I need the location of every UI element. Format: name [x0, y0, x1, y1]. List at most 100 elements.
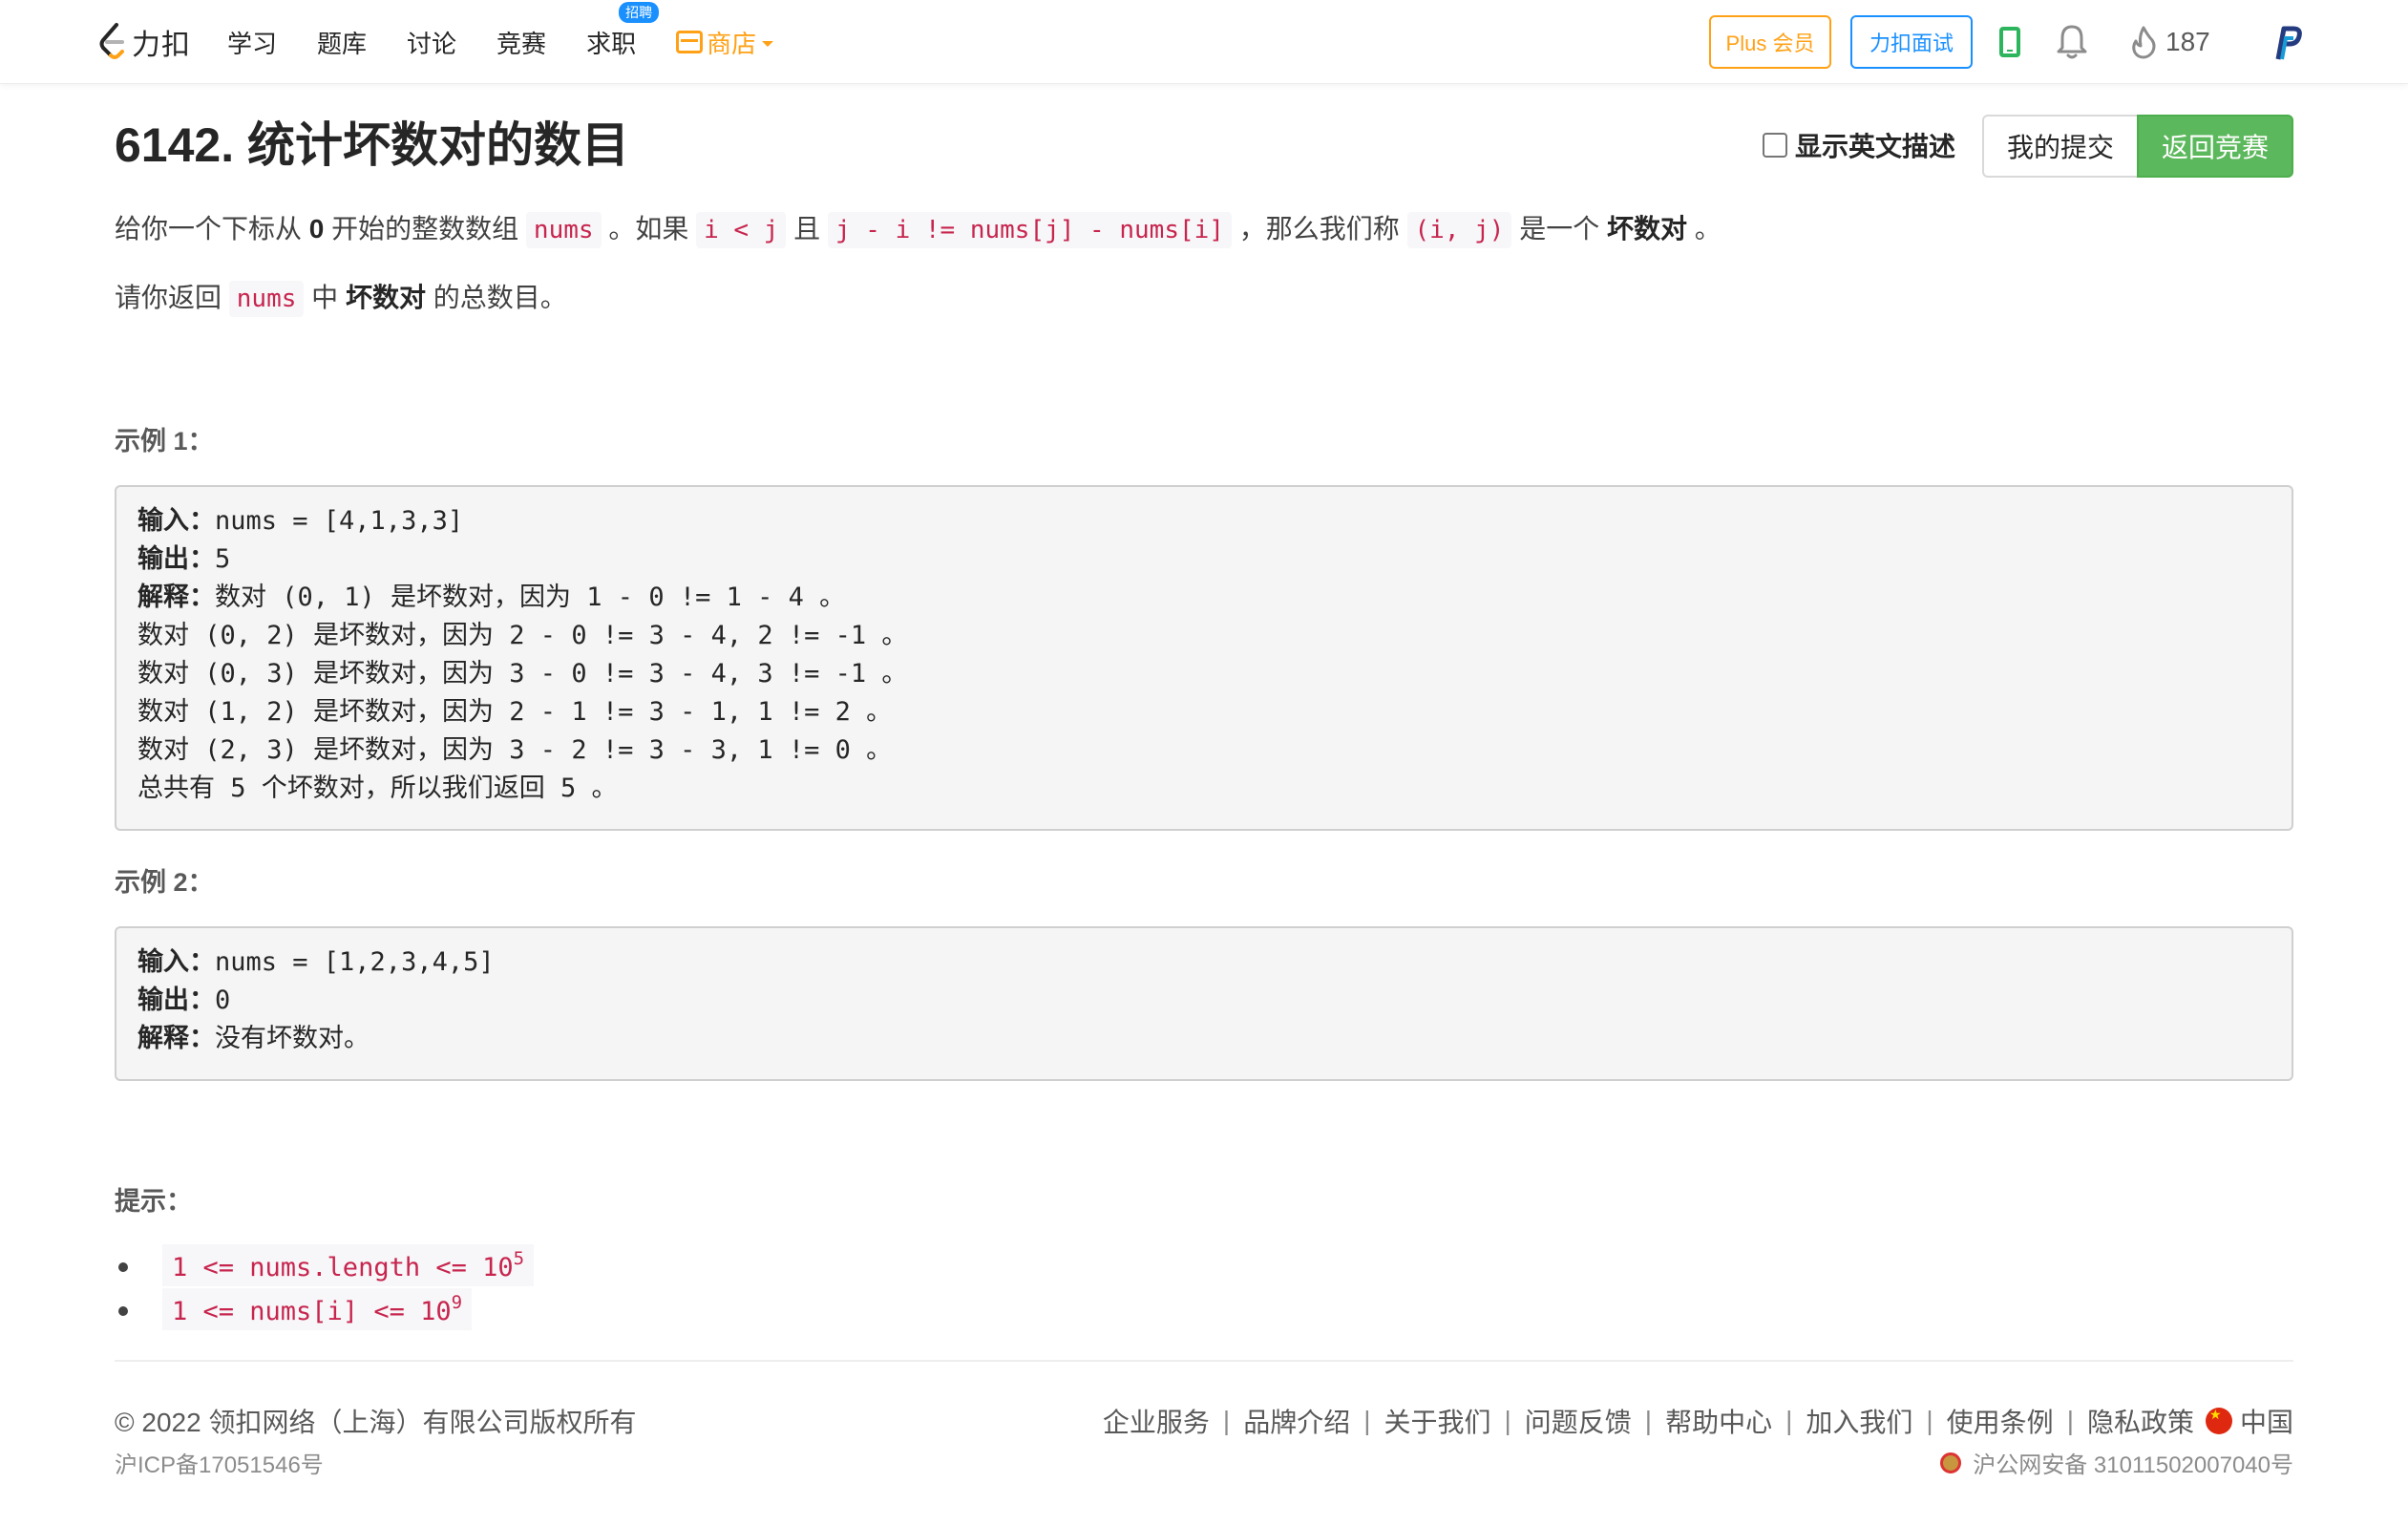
bold-term: 坏数对 — [345, 283, 426, 312]
nav-problemset[interactable]: 题库 — [317, 25, 367, 60]
constraint-text: 1 <= nums[i] <= 10 — [172, 1297, 452, 1326]
main-nav: 学习 题库 讨论 竞赛 求职 招聘 商店 — [227, 0, 813, 84]
example-1-explain: 解释：数对 (0, 1) 是坏数对，因为 1 - 0 != 1 - 4 。 — [137, 579, 2271, 617]
inline-code: j - i != nums[j] - nums[i] — [827, 212, 1232, 248]
nav-contest[interactable]: 竞赛 — [496, 25, 546, 60]
key: 解释： — [137, 1024, 215, 1053]
show-english-toggle[interactable]: 显示英文描述 — [1763, 126, 1955, 164]
example-2-explain: 解释：没有坏数对。 — [137, 1020, 2271, 1058]
nav-store-label: 商店 — [707, 29, 757, 58]
notification-bell-icon[interactable] — [2055, 23, 2089, 61]
text: 中 — [304, 283, 346, 312]
show-english-checkbox[interactable] — [1763, 133, 1787, 158]
footer-link[interactable]: 帮助中心 — [1665, 1402, 1772, 1440]
example-1-line: 数对 (2, 3) 是坏数对，因为 3 - 2 != 3 - 3, 1 != 0… — [137, 735, 893, 765]
text: 。如果 — [601, 214, 697, 244]
text: 开始的整数数组 — [324, 214, 526, 244]
store-icon — [676, 31, 704, 53]
interview-button[interactable]: 力扣面试 — [1850, 15, 1973, 69]
separator: | — [1785, 1406, 1793, 1435]
footer-link[interactable]: 加入我们 — [1806, 1402, 1912, 1440]
value: 数对 (0, 1) 是坏数对，因为 1 - 0 != 1 - 4 。 — [215, 583, 846, 612]
bold-term: 坏数对 — [1607, 214, 1688, 244]
description-paragraph-1: 给你一个下标从 0 开始的整数数组 nums 。如果 i < j 且 j - i… — [115, 208, 1722, 251]
example-1-line: 总共有 5 个坏数对，所以我们返回 5 。 — [137, 774, 618, 803]
police-record-text: 沪公网安备 31011502007040号 — [1973, 1452, 2293, 1478]
example-2-label: 示例 2： — [115, 868, 214, 897]
example-1-line: 数对 (0, 3) 是坏数对，因为 3 - 0 != 3 - 4, 3 != -… — [137, 659, 908, 689]
jobs-hiring-badge: 招聘 — [619, 1, 660, 23]
separator: | — [2066, 1406, 2074, 1435]
chevron-down-icon — [762, 41, 774, 47]
example-1-input: 输入：nums = [4,1,3,3] — [137, 502, 2271, 540]
nav-learn[interactable]: 学习 — [227, 25, 277, 60]
text: 。 — [1687, 214, 1722, 244]
nav-discuss[interactable]: 讨论 — [407, 25, 456, 60]
value: nums = [4,1,3,3] — [215, 506, 464, 536]
nav-jobs[interactable]: 求职 招聘 — [586, 1, 660, 60]
leetcode-logo-icon — [99, 23, 124, 59]
value: 0 — [215, 986, 231, 1015]
footer-icp-link[interactable]: 沪ICP备17051546号 — [115, 1446, 324, 1479]
streak-count: 187 — [2165, 27, 2210, 56]
inline-code: (i, j) — [1406, 212, 1512, 248]
separator: | — [1504, 1406, 1511, 1435]
problem-actions: 我的提交 返回竞赛 — [1982, 115, 2293, 178]
footer-link[interactable]: 企业服务 — [1103, 1402, 1210, 1440]
constraint-text: 1 <= nums.length <= 10 — [172, 1253, 514, 1282]
separator: | — [1222, 1406, 1231, 1435]
example-1-output: 输出：5 — [137, 540, 2271, 579]
nav-jobs-label: 求职 — [586, 29, 637, 58]
example-2-output: 输出：0 — [137, 982, 2271, 1020]
bold-zero: 0 — [308, 214, 325, 244]
key: 输出： — [137, 544, 215, 574]
inline-code: nums — [228, 281, 305, 317]
footer-police-record[interactable]: 沪公网安备 31011502007040号 — [1940, 1446, 2293, 1479]
example-1-block: 输入：nums = [4,1,3,3] 输出：5 解释：数对 (0, 1) 是坏… — [115, 485, 2293, 831]
example-1-line: 数对 (1, 2) 是坏数对，因为 2 - 1 != 3 - 1, 1 != 2… — [137, 697, 893, 727]
exponent: 5 — [513, 1248, 525, 1269]
key: 输入： — [137, 947, 215, 977]
list-item: 1 <= nums[i] <= 109 — [117, 1287, 534, 1331]
problem-title: 6142. 统计坏数对的数目 — [115, 118, 630, 172]
streak-counter[interactable]: 187 — [2129, 25, 2210, 59]
leetcode-logo[interactable]: 力扣 — [95, 21, 191, 63]
footer-copyright: © 2022 领扣网络（上海）有限公司版权所有 — [115, 1408, 637, 1437]
separator: | — [1363, 1406, 1371, 1435]
key: 输入： — [137, 506, 215, 536]
footer-link[interactable]: 品牌介绍 — [1243, 1402, 1350, 1440]
key: 输出： — [137, 986, 215, 1015]
footer-link[interactable]: 隐私政策 — [2087, 1402, 2194, 1440]
description-paragraph-2: 请你返回 nums 中 坏数对 的总数目。 — [115, 277, 567, 320]
top-navbar: 力扣 学习 题库 讨论 竞赛 求职 招聘 商店 Plus 会员 力扣面试 187 — [0, 0, 2408, 84]
plus-membership-button[interactable]: Plus 会员 — [1709, 15, 1831, 69]
mobile-app-icon[interactable] — [1999, 27, 2020, 57]
nav-store[interactable]: 商店 — [676, 25, 774, 60]
example-2-input: 输入：nums = [1,2,3,4,5] — [137, 943, 2271, 982]
value: 5 — [215, 544, 231, 574]
example-2-block: 输入：nums = [1,2,3,4,5] 输出：0 解释：没有坏数对。 — [115, 926, 2293, 1081]
region-selector[interactable]: 中国 — [2240, 1402, 2293, 1440]
footer-divider — [115, 1360, 2293, 1362]
text: 是一个 — [1511, 214, 1607, 244]
user-avatar-icon[interactable] — [2271, 25, 2305, 63]
china-flag-icon — [2205, 1407, 2232, 1434]
text: ，那么我们称 — [1231, 214, 1407, 244]
inline-code: i < j — [696, 212, 787, 248]
footer-link[interactable]: 关于我们 — [1384, 1402, 1490, 1440]
value: 没有坏数对。 — [215, 1024, 370, 1053]
inline-code: nums — [525, 212, 602, 248]
text: 请你返回 — [115, 283, 229, 312]
text: 的总数目。 — [425, 283, 567, 312]
my-submissions-button[interactable]: 我的提交 — [1982, 115, 2137, 178]
footer-link[interactable]: 使用条例 — [1947, 1402, 2054, 1440]
fire-icon — [2132, 26, 2156, 59]
separator: | — [1926, 1406, 1933, 1435]
text: 且 — [786, 214, 828, 244]
separator: | — [1644, 1406, 1653, 1435]
footer-link[interactable]: 问题反馈 — [1525, 1402, 1632, 1440]
text: 给你一个下标从 — [115, 214, 309, 244]
back-to-contest-button[interactable]: 返回竞赛 — [2137, 115, 2293, 178]
key: 解释： — [137, 583, 215, 612]
list-item: 1 <= nums.length <= 105 — [117, 1243, 535, 1287]
